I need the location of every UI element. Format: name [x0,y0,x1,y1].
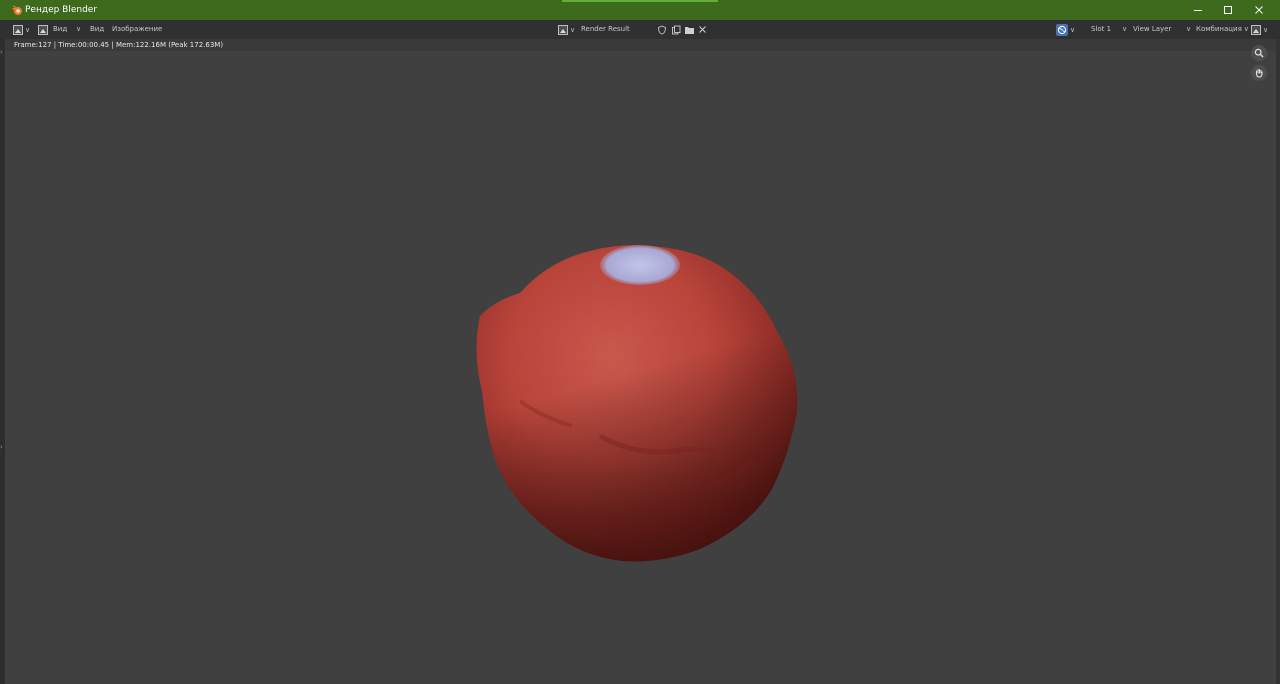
image-view-icon [38,24,48,35]
render-pass-label: Комбинация [1196,25,1242,33]
toolbar-edge-left[interactable]: › › [0,39,5,684]
chevron-down-icon: ∨ [1263,25,1269,34]
chevron-right-icon[interactable]: › [0,49,3,56]
image-browse-button[interactable]: ∨ [558,23,575,36]
chevron-down-icon: ∨ [1243,25,1249,33]
sidebar-edge-right[interactable] [1276,39,1280,684]
blender-render-window: Рендер Blender ∨ Вид ∨ Вид Изображение ∨… [0,0,1280,684]
display-channels-icon [1251,24,1261,35]
render-status-bar: Frame:127 | Time:00:00.45 | Mem:122.16M … [0,39,1280,51]
image-browse-icon [558,24,568,35]
image-editor-header: ∨ Вид ∨ Вид Изображение ∨ Render Result [0,20,1280,39]
view-layer-selector[interactable]: View Layer [1133,20,1171,39]
open-image-button[interactable] [684,23,695,36]
maximize-icon [1224,6,1232,14]
zoom-icon [1254,48,1264,58]
close-icon [699,26,706,33]
new-image-icon [672,25,681,34]
chevron-down-icon: ∨ [570,25,576,34]
chevron-down-icon: ∨ [1070,25,1076,34]
render-viewport[interactable] [0,51,1280,684]
chevron-down-icon[interactable]: ∨ [74,20,81,39]
window-title-bar: Рендер Blender [0,0,1280,20]
shield-icon [658,25,666,34]
display-channels-button[interactable]: ∨ [1251,23,1268,36]
pan-button[interactable] [1251,65,1267,81]
hand-icon [1255,69,1263,78]
slot-selector[interactable]: Slot 1 [1091,20,1111,39]
chevron-right-icon[interactable]: › [0,444,3,451]
image-editor-icon [13,24,23,35]
menu-image[interactable]: Изображение [112,20,162,39]
fake-user-button[interactable] [657,23,667,36]
menu-view-2[interactable]: Вид [90,20,104,39]
chevron-down-icon[interactable]: ∨ [1120,20,1127,39]
title-accent-line [562,0,718,2]
blender-icon [12,5,22,15]
maximize-button[interactable] [1213,0,1243,20]
render-pass-selector[interactable]: Комбинация ∨ [1196,20,1249,39]
globe-icon [1056,23,1068,36]
chevron-down-icon[interactable]: ∨ [1184,20,1191,39]
menu-view[interactable]: Вид [53,20,67,39]
sync-button[interactable]: ∨ [1056,23,1075,36]
new-image-button[interactable] [671,23,681,36]
editor-type-button[interactable]: ∨ [13,23,30,36]
chevron-down-icon: ∨ [25,25,31,34]
close-icon [1255,6,1263,14]
window-title: Рендер Blender [25,5,98,15]
render-stats: Frame:127 | Time:00:00.45 | Mem:122.16M … [14,41,224,49]
image-name-field[interactable]: Render Result [581,20,630,39]
view-mode-button[interactable] [38,23,48,36]
close-window-button[interactable] [1244,0,1274,20]
folder-icon [685,26,694,34]
unlink-image-button[interactable] [698,23,707,36]
minimize-button[interactable] [1183,0,1213,20]
zoom-button[interactable] [1251,45,1267,61]
rendered-red-sphere [476,245,798,562]
minimize-icon [1194,10,1202,11]
